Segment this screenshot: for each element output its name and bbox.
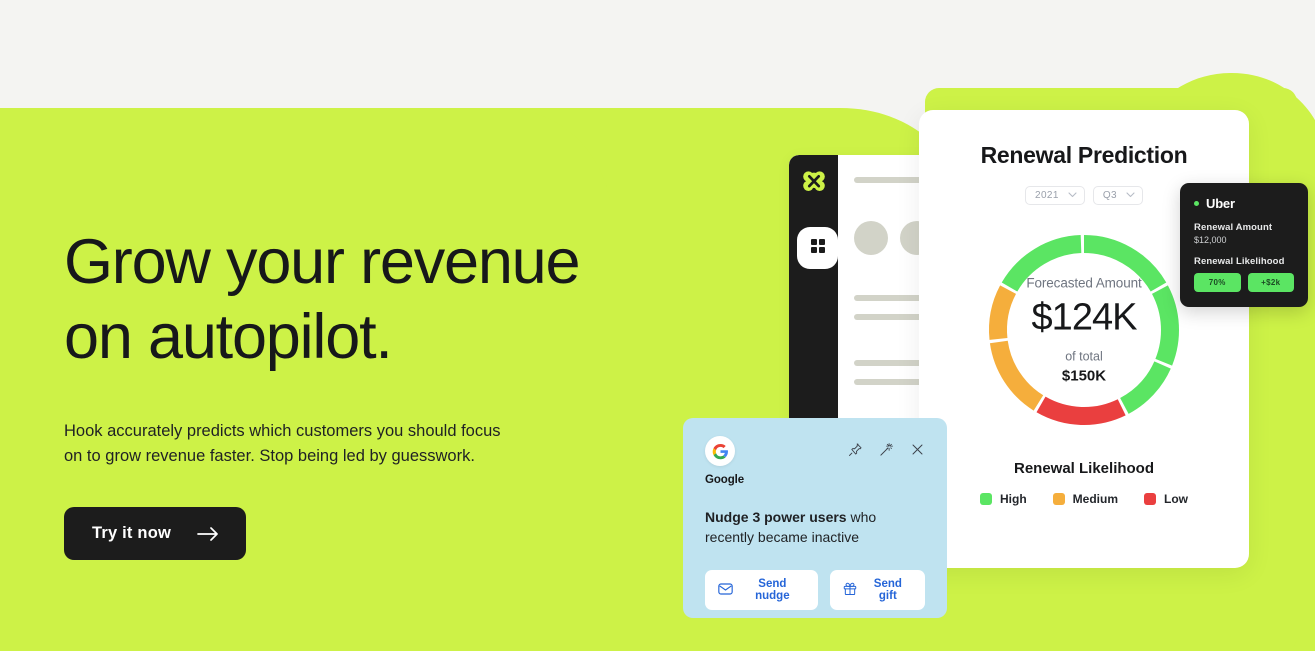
cta-label: Try it now xyxy=(92,524,172,542)
page-root: Grow your revenue on autopilot. Hook acc… xyxy=(0,0,1315,651)
donut-center-labels: Forecasted Amount $124K of total $150K xyxy=(981,276,1187,385)
sidebar-item-dashboard[interactable] xyxy=(797,227,843,269)
pin-icon[interactable] xyxy=(848,442,863,462)
likelihood-delta-badge: +$2k xyxy=(1247,273,1294,292)
hook-clover-logo-icon xyxy=(800,167,828,195)
gift-icon xyxy=(843,582,857,599)
google-logo-icon xyxy=(705,436,735,466)
tooltip-amount-value: $12,000 xyxy=(1194,235,1227,245)
envelope-icon xyxy=(718,582,733,598)
tooltip-account-row: Uber xyxy=(1194,196,1294,211)
chevron-down-icon xyxy=(1126,190,1135,201)
legend-swatch-high xyxy=(979,493,992,505)
send-gift-label: Send gift xyxy=(873,578,902,602)
page-title: Grow your revenue on autopilot. xyxy=(64,225,684,375)
nudge-card-actions xyxy=(848,436,925,462)
donut-segment-low xyxy=(1036,396,1126,425)
nudge-card: Google Nudge 3 power users who recently … xyxy=(683,418,947,618)
year-select[interactable]: 2021 xyxy=(1025,186,1085,205)
dashboard-grid-icon xyxy=(810,238,825,258)
legend-item-medium: Medium xyxy=(1052,492,1118,506)
renewal-donut-chart: Forecasted Amount $124K of total $150K xyxy=(981,227,1187,433)
status-dot-icon xyxy=(1194,201,1199,206)
hero-description: Hook accurately predicts which customers… xyxy=(64,422,501,465)
account-tooltip: Uber Renewal Amount $12,000 Renewal Like… xyxy=(1180,183,1308,307)
legend-label-high: High xyxy=(999,492,1027,506)
nudge-card-header xyxy=(705,436,925,466)
tooltip-likelihood-section: Renewal Likelihood 70% +$2k xyxy=(1194,256,1294,292)
skeleton-circle xyxy=(854,221,888,255)
arrow-right-icon xyxy=(197,526,219,541)
headline-line-2: on autopilot. xyxy=(64,302,393,372)
hero-section: Grow your revenue on autopilot. Hook acc… xyxy=(64,225,684,560)
tooltip-amount-label: Renewal Amount xyxy=(1194,222,1273,233)
nudge-message: Nudge 3 power users who recently became … xyxy=(705,507,925,547)
chart-legend: High Medium Low xyxy=(919,492,1249,506)
app-sidebar xyxy=(789,155,843,445)
nudge-brand-name: Google xyxy=(705,474,745,486)
renewal-prediction-card: Renewal Prediction 2021 Q3 Forecasted Am… xyxy=(919,110,1249,568)
legend-label-medium: Medium xyxy=(1072,492,1118,506)
legend-item-high: High xyxy=(979,492,1027,506)
send-gift-button[interactable]: Send gift xyxy=(829,570,925,610)
prediction-card-title: Renewal Prediction xyxy=(980,142,1188,168)
legend-label-low: Low xyxy=(1164,492,1188,506)
tooltip-likelihood-label: Renewal Likelihood xyxy=(1194,256,1285,267)
likelihood-percent-badge: 70% xyxy=(1194,273,1241,292)
year-select-value: 2021 xyxy=(1035,190,1059,201)
of-total-label: of total xyxy=(1065,349,1103,364)
legend-item-low: Low xyxy=(1144,492,1188,506)
chevron-down-icon xyxy=(1068,190,1077,201)
close-icon[interactable] xyxy=(910,442,925,462)
try-it-now-button[interactable]: Try it now xyxy=(64,507,247,560)
nudge-buttons: Send nudge Send gift xyxy=(705,570,925,610)
legend-title: Renewal Likelihood xyxy=(1013,460,1155,477)
send-nudge-label: Send nudge xyxy=(755,578,790,602)
send-nudge-button[interactable]: Send nudge xyxy=(705,570,818,610)
magic-wand-icon[interactable] xyxy=(879,442,894,462)
tooltip-pills: 70% +$2k xyxy=(1194,273,1294,292)
forecast-amount: $124K xyxy=(1031,296,1138,339)
legend-swatch-low xyxy=(1144,493,1156,505)
total-amount: $150K xyxy=(1061,367,1107,385)
nudge-message-bold: Nudge 3 power users xyxy=(705,509,847,525)
tooltip-amount-section: Renewal Amount $12,000 xyxy=(1194,222,1294,245)
legend-swatch-medium xyxy=(1052,493,1065,505)
headline-line-1: Grow your revenue xyxy=(64,227,581,297)
quarter-select-value: Q3 xyxy=(1102,190,1117,201)
tooltip-account-name: Uber xyxy=(1206,196,1235,211)
quarter-select[interactable]: Q3 xyxy=(1092,186,1143,205)
forecast-label: Forecasted Amount xyxy=(1026,275,1142,291)
